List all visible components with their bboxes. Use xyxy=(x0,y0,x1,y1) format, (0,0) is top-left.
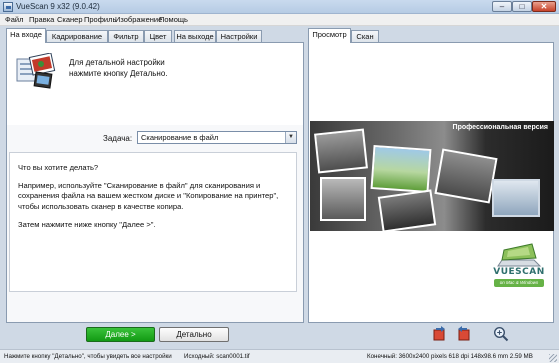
preview-caption: Профессиональная версия xyxy=(452,124,548,131)
status-bar: Нажмите кнопку "Детально", чтобы увидеть… xyxy=(0,349,559,363)
rotate-right-icon[interactable] xyxy=(455,326,471,342)
status-source: Исходный: scan0001.tif xyxy=(184,353,250,360)
menu-help[interactable]: Помощь xyxy=(159,15,188,24)
tab-scan[interactable]: Скан xyxy=(351,30,379,42)
tab-output[interactable]: На выходе xyxy=(174,30,216,42)
window-title: VueScan 9 x32 (9.0.42) xyxy=(16,2,100,11)
menu-profile[interactable]: Профиль xyxy=(84,15,116,24)
menu-edit[interactable]: Правка xyxy=(29,15,54,24)
settings-tabs: На входе Кадрирование Фильтр Цвет На вых… xyxy=(6,28,304,43)
photo-tower xyxy=(434,148,498,204)
next-button[interactable]: Далее > xyxy=(86,327,155,342)
preview-area: Профессиональная версия VUESCAN on Mac &… xyxy=(308,42,554,323)
vuescan-logo: VUESCAN on Mac & Windows xyxy=(490,238,548,290)
scanner-logo-icon xyxy=(497,243,542,267)
menu-bar: Файл Правка Сканер Профиль Изображение П… xyxy=(0,14,559,26)
settings-panel: На входе Кадрирование Фильтр Цвет На вых… xyxy=(6,28,304,323)
title-bar: VueScan 9 x32 (9.0.42) – □ ✕ xyxy=(0,0,559,14)
rotate-left-icon[interactable] xyxy=(432,326,448,342)
tab-prefs[interactable]: Настройки xyxy=(216,30,262,42)
preview-tabs: Просмотр Скан xyxy=(308,28,559,43)
task-dropdown[interactable]: Сканирование в файл ▼ xyxy=(137,131,297,144)
status-hint: Нажмите кнопку "Детально", чтобы увидеть… xyxy=(4,353,172,360)
menu-scanner[interactable]: Сканер xyxy=(57,15,83,24)
detail-button[interactable]: Детально xyxy=(159,327,229,342)
app-icon xyxy=(3,2,13,12)
photo-kids xyxy=(370,145,432,193)
close-button[interactable]: ✕ xyxy=(532,1,556,12)
tab-preview[interactable]: Просмотр xyxy=(308,28,351,43)
status-final: Конечный: 3600x2400 pixels 618 dpi 148x9… xyxy=(367,353,533,360)
preview-panel: Просмотр Скан Профессиональная версия VU… xyxy=(308,28,554,323)
preview-image: Профессиональная версия xyxy=(310,121,554,231)
settings-info-icon xyxy=(16,53,56,89)
menu-image[interactable]: Изображение xyxy=(115,15,162,24)
resize-grip[interactable] xyxy=(549,354,557,362)
tab-input[interactable]: На входе xyxy=(6,28,46,43)
info-header: Для детальной настройки нажмите кнопку Д… xyxy=(7,43,303,125)
tab-filter[interactable]: Фильтр xyxy=(108,30,144,42)
tab-color[interactable]: Цвет xyxy=(144,30,172,42)
photo-scanner xyxy=(492,179,540,217)
minimize-button[interactable]: – xyxy=(492,1,512,12)
zoom-icon[interactable] xyxy=(493,326,509,342)
photo-dog xyxy=(320,177,366,221)
help-text-box: Что вы хотите делать? Например, использу… xyxy=(9,152,297,292)
tab-crop[interactable]: Кадрирование xyxy=(46,30,108,42)
maximize-button[interactable]: □ xyxy=(512,1,532,12)
chevron-down-icon[interactable]: ▼ xyxy=(285,132,296,143)
photo-bw-1 xyxy=(314,128,368,174)
photo-family xyxy=(377,189,437,231)
info-text: Для детальной настройки нажмите кнопку Д… xyxy=(69,58,168,78)
task-label: Задача: xyxy=(103,134,133,143)
menu-file[interactable]: Файл xyxy=(5,15,23,24)
settings-body: Для детальной настройки нажмите кнопку Д… xyxy=(6,42,304,323)
